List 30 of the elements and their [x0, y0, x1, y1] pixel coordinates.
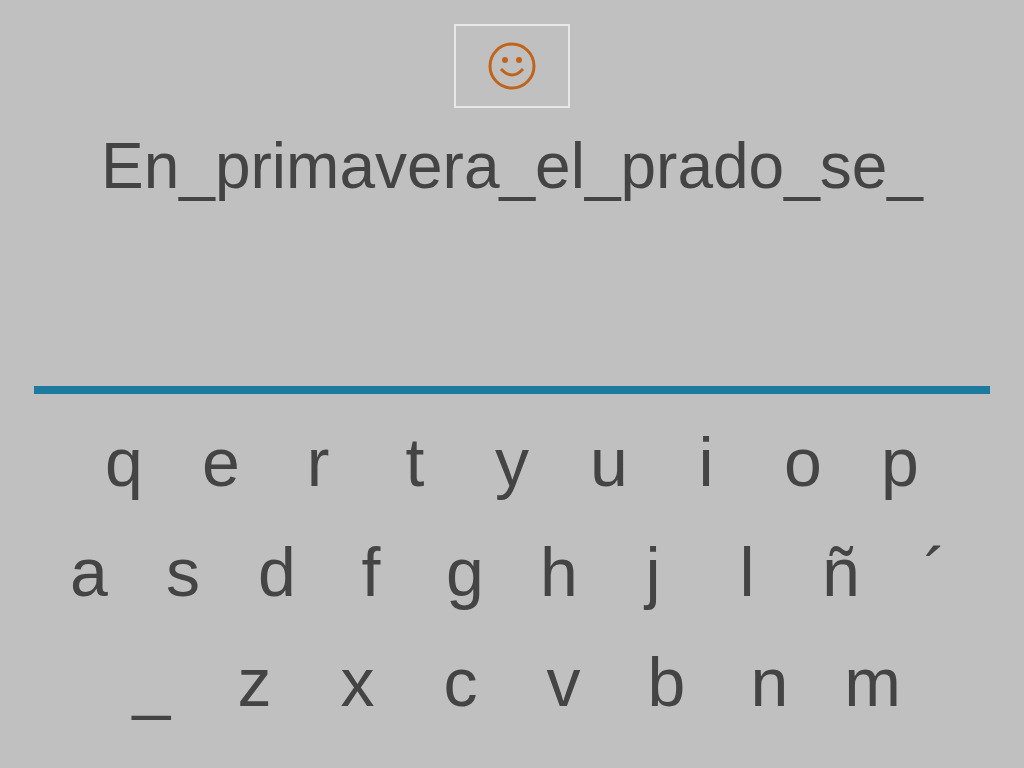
letter-key[interactable]: d — [230, 522, 324, 622]
letter-key[interactable]: q — [75, 412, 173, 512]
sentence-text: En_primavera_el_prado_se_ — [101, 129, 923, 204]
smiley-icon — [487, 41, 537, 91]
letter-key[interactable]: _ — [100, 632, 203, 732]
letter-key[interactable]: t — [366, 412, 464, 512]
smiley-button[interactable] — [454, 24, 570, 108]
letter-key[interactable]: p — [851, 412, 949, 512]
letter-key[interactable]: a — [42, 522, 136, 622]
letter-key[interactable]: s — [136, 522, 230, 622]
letter-key[interactable]: g — [418, 522, 512, 622]
letter-key[interactable]: j — [606, 522, 700, 622]
letter-key[interactable]: r — [269, 412, 367, 512]
letter-key[interactable]: v — [512, 632, 615, 732]
letter-key[interactable]: ñ — [794, 522, 888, 622]
letter-key[interactable]: x — [306, 632, 409, 732]
letter-key[interactable]: y — [463, 412, 561, 512]
letter-key[interactable]: b — [615, 632, 718, 732]
letter-key[interactable]: z — [203, 632, 306, 732]
letter-key[interactable]: u — [560, 412, 658, 512]
letter-key[interactable]: ´ — [888, 522, 982, 622]
letter-key[interactable]: i — [657, 412, 755, 512]
letter-key[interactable]: c — [409, 632, 512, 732]
letter-key[interactable]: e — [172, 412, 270, 512]
letter-key[interactable]: m — [821, 632, 924, 732]
letter-key[interactable]: o — [754, 412, 852, 512]
letter-key[interactable]: f — [324, 522, 418, 622]
letter-key[interactable]: l — [700, 522, 794, 622]
letter-key[interactable]: h — [512, 522, 606, 622]
letter-key[interactable]: n — [718, 632, 821, 732]
